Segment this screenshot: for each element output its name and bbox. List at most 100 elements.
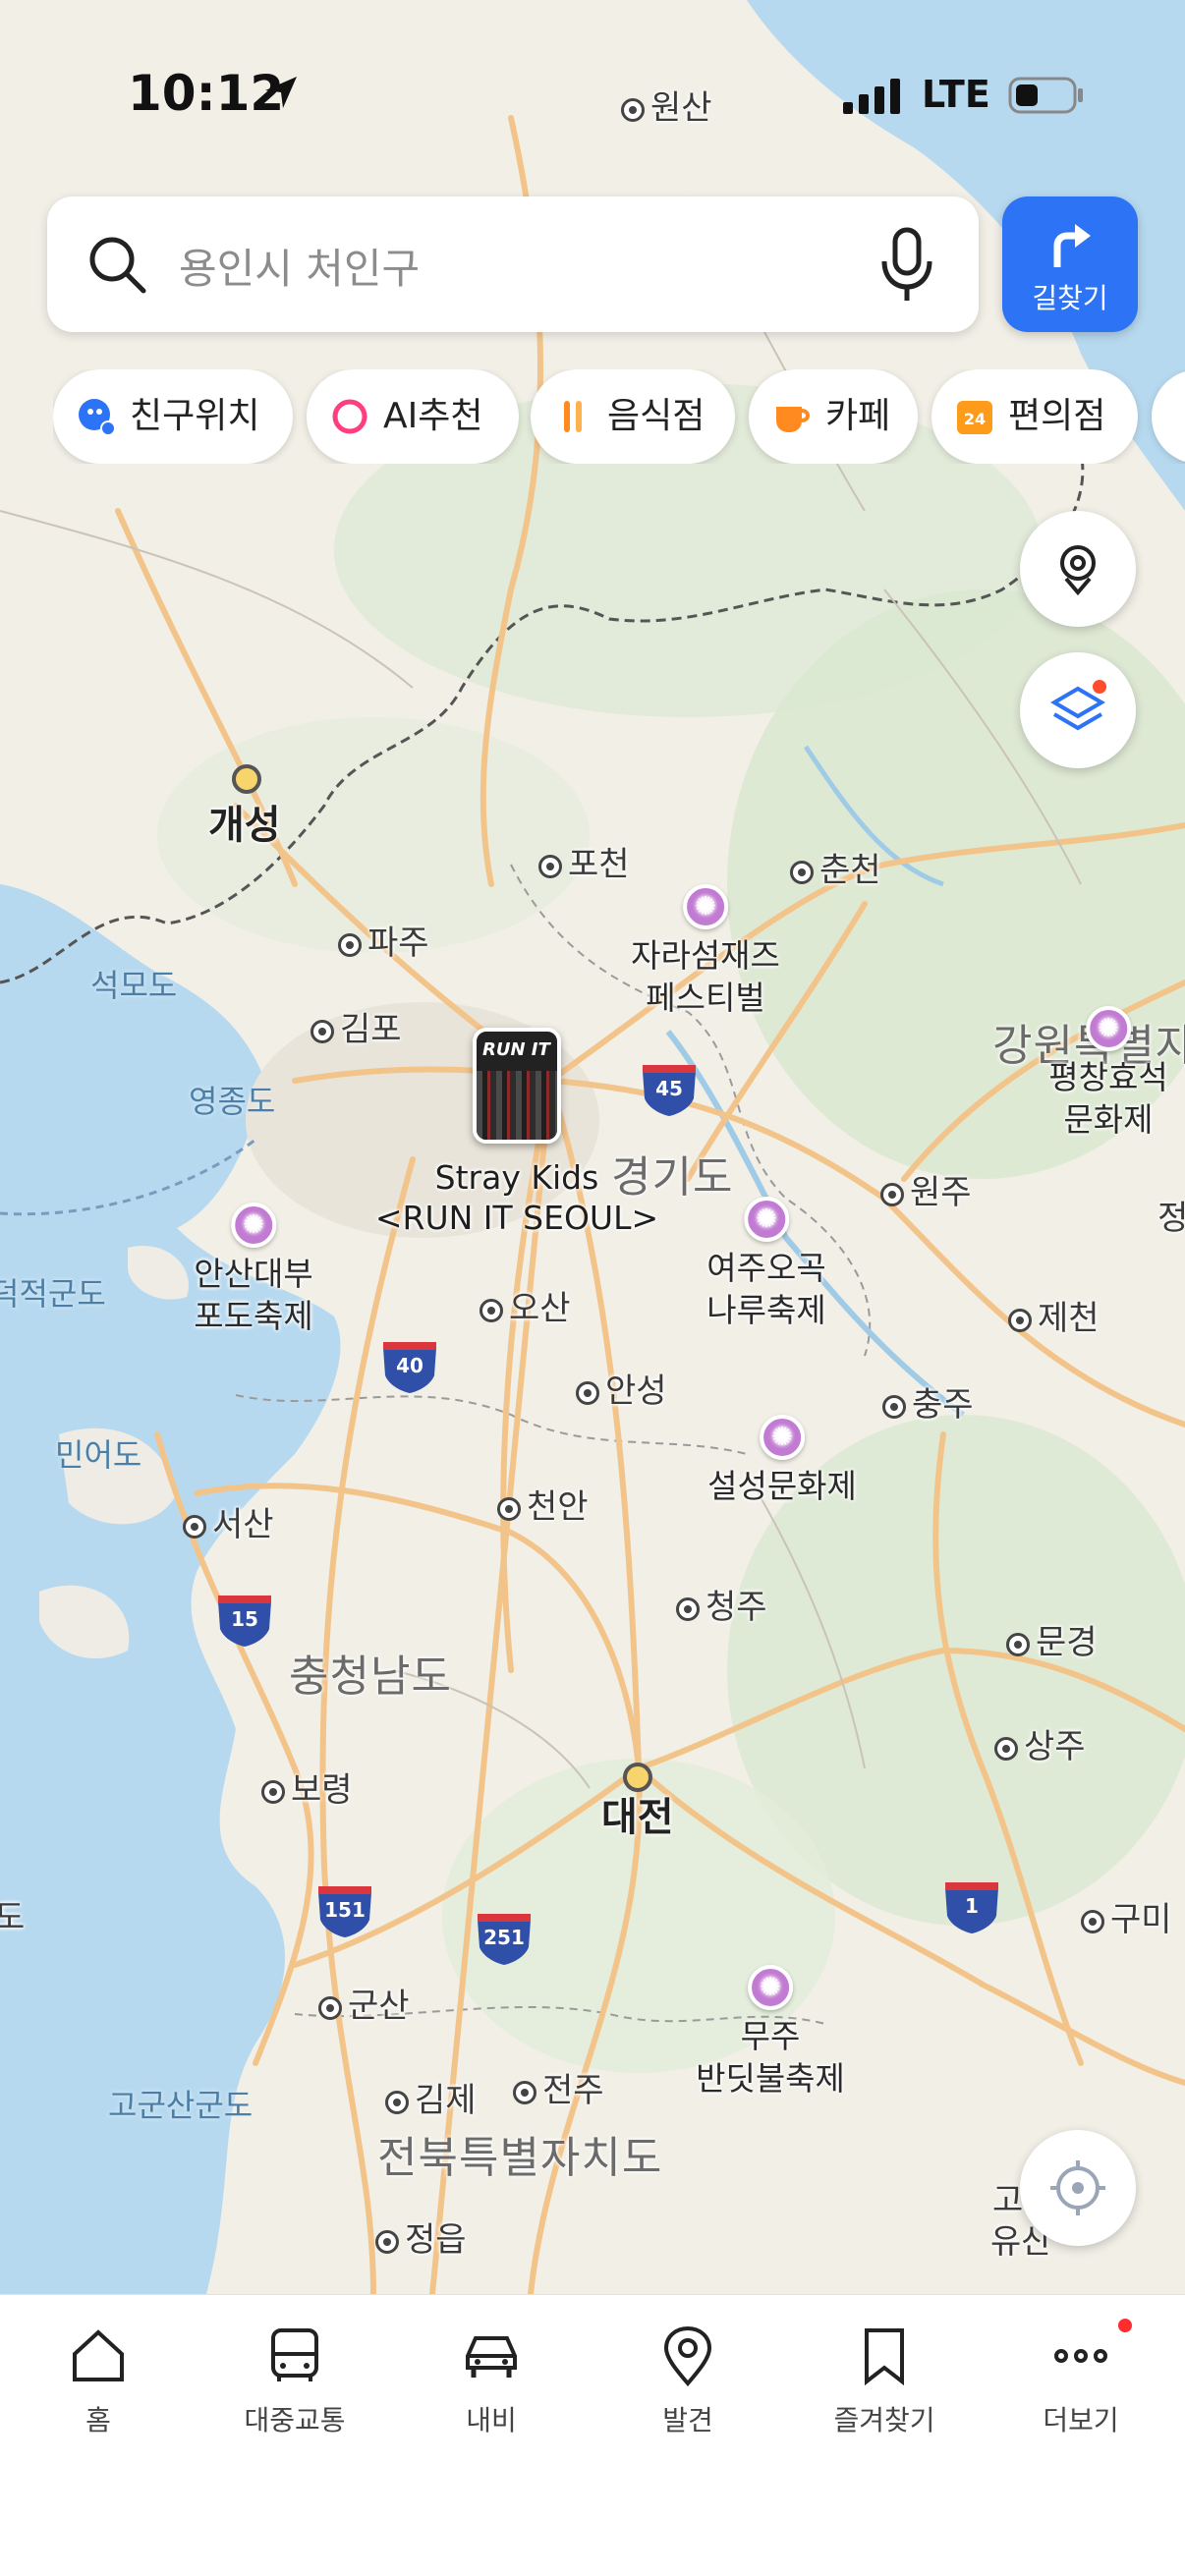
tab-favorites[interactable]: 즐겨찾기 xyxy=(786,2324,983,2438)
chip-label: 친구위치 xyxy=(130,396,260,436)
concert-label[interactable]: Stray Kids <RUN IT SEOUL> xyxy=(375,1157,658,1239)
microphone-icon[interactable] xyxy=(873,226,941,305)
current-location-button[interactable] xyxy=(1020,2130,1136,2246)
directions-label: 길찾기 xyxy=(1032,282,1108,314)
festival-name: 자라섬재즈 xyxy=(631,936,780,975)
festival-marker[interactable]: ✺ 여주오곡 나루축제 xyxy=(706,1197,826,1332)
festival-name: 나루축제 xyxy=(706,1290,826,1329)
tab-home[interactable]: 홈 xyxy=(0,2324,197,2438)
city-label[interactable]: 청주 xyxy=(676,1588,767,1628)
street-view-button[interactable] xyxy=(1020,511,1136,627)
chip-label: 음식점 xyxy=(607,396,705,436)
city-label[interactable]: 제천 xyxy=(1008,1299,1100,1339)
festival-icon: ✺ xyxy=(683,884,728,929)
search-input[interactable]: 용인시 처인구 xyxy=(179,236,420,296)
chip-convenience-store[interactable]: 24 편의점 xyxy=(931,369,1138,464)
svg-text:24: 24 xyxy=(964,410,986,428)
coffee-cup-icon xyxy=(776,407,810,432)
directions-button[interactable]: 길찾기 xyxy=(1002,196,1138,332)
festival-marker[interactable]: ✺ 안산대부 포도축제 xyxy=(194,1203,313,1338)
city-label[interactable]: 오산 xyxy=(480,1289,571,1329)
festival-marker[interactable]: ✺ 무주 반딧불축제 xyxy=(696,1965,845,2100)
festival-marker[interactable]: ✺ 설성문화제 xyxy=(707,1415,857,1508)
city-label[interactable]: 문경 xyxy=(1006,1623,1098,1663)
convenience-store-icon: 24 xyxy=(957,401,992,434)
concert-artist: Stray Kids xyxy=(434,1158,599,1197)
tab-navigation[interactable]: 내비 xyxy=(393,2324,590,2438)
map-layers-button[interactable] xyxy=(1020,652,1136,768)
city-label[interactable]: 김포 xyxy=(310,1010,402,1050)
water-label: 석모도 xyxy=(90,967,178,1004)
concert-title: <RUN IT SEOUL> xyxy=(374,1199,659,1238)
tab-label: 홈 xyxy=(85,2404,111,2436)
city-dot-icon xyxy=(880,1182,904,1206)
city-dot-icon xyxy=(538,854,562,878)
highway-shield: 151 xyxy=(316,1884,373,1937)
water-label: 고군산군도 xyxy=(108,2087,254,2124)
tab-label: 발견 xyxy=(662,2404,713,2436)
festival-name: 반딧불축제 xyxy=(696,2058,845,2098)
search-bar[interactable]: 용인시 처인구 xyxy=(47,196,979,332)
city-label[interactable]: 구미 xyxy=(1081,1900,1172,1940)
location-pin-icon xyxy=(663,2325,712,2387)
festival-name: 문화제 xyxy=(1063,1099,1154,1139)
city-label[interactable]: 천안 xyxy=(497,1487,589,1528)
city-dot-icon xyxy=(676,1596,700,1621)
festival-icon: ✺ xyxy=(748,1965,793,2010)
city-label[interactable]: 춘천 xyxy=(790,851,881,891)
city-label[interactable]: 군산 xyxy=(318,1987,410,2027)
more-dots-icon xyxy=(1054,2349,1107,2363)
festival-name: 평창효석 xyxy=(1048,1058,1168,1096)
map-view[interactable]: 석모도 영종도 민어도 고군산군도 덕적군도 경기도 충청남도 전북특별자치도 … xyxy=(0,0,1185,2294)
ai-ring-icon xyxy=(332,399,367,434)
restaurant-icon xyxy=(564,401,582,432)
region-label: 충청남도 xyxy=(289,1652,452,1702)
highway-shield: 45 xyxy=(641,1063,698,1116)
city-dot-icon xyxy=(790,860,814,884)
city-label[interactable]: 상주 xyxy=(994,1727,1086,1767)
city-label[interactable]: 전주 xyxy=(513,2071,604,2111)
city-dot-icon xyxy=(480,1298,503,1322)
edge-label: 정 xyxy=(1157,1199,1185,1238)
city-label-major[interactable]: 개성 xyxy=(208,764,281,849)
city-label[interactable]: 정읍 xyxy=(375,2220,467,2261)
city-label[interactable]: 파주 xyxy=(338,924,429,964)
crosshair-icon xyxy=(1050,2160,1105,2215)
turn-arrow-icon xyxy=(1053,224,1091,267)
festival-name: 포도축제 xyxy=(194,1296,313,1335)
tab-more[interactable]: 더보기 xyxy=(983,2319,1179,2438)
city-label-major[interactable]: 대전 xyxy=(601,1763,674,1841)
city-label[interactable]: 서산 xyxy=(183,1505,274,1545)
chip-cafe[interactable]: 카페 xyxy=(749,369,918,464)
festival-marker[interactable]: ✺ 자라섬재즈 페스티벌 xyxy=(631,884,780,1020)
city-label[interactable]: 보령 xyxy=(261,1770,353,1811)
network-label: LTE xyxy=(922,73,990,116)
street-view-icon xyxy=(1060,545,1096,596)
city-dot-icon xyxy=(576,1380,599,1405)
city-label[interactable]: 원주 xyxy=(880,1173,972,1213)
city-dot-icon xyxy=(375,2229,399,2254)
chip-ai-recommend[interactable]: AI추천 xyxy=(307,369,519,464)
chip-friend-location[interactable]: 친구위치 xyxy=(53,369,293,464)
city-label[interactable]: 충주 xyxy=(882,1385,974,1426)
category-chip-bar[interactable]: 친구위치 AI추천 음식점 카페 24 편의점 xyxy=(53,369,1185,464)
festival-marker[interactable]: ✺ 평창효석 문화제 xyxy=(1048,1006,1168,1142)
city-dot-icon xyxy=(310,1019,334,1043)
chip-restaurant[interactable]: 음식점 xyxy=(531,369,735,464)
city-label[interactable]: 포천 xyxy=(538,845,630,885)
capital-dot-icon xyxy=(232,764,261,794)
tab-discover[interactable]: 발견 xyxy=(590,2324,786,2438)
status-bar: 10:12 LTE xyxy=(0,0,1185,187)
city-dot-icon xyxy=(497,1496,521,1521)
festival-name: 설성문화제 xyxy=(707,1467,857,1505)
city-dot-icon xyxy=(1006,1632,1030,1656)
city-label[interactable]: 안성 xyxy=(576,1372,667,1412)
poster-art xyxy=(477,1071,557,1140)
city-label[interactable]: 김제 xyxy=(385,2081,477,2121)
tab-transit[interactable]: 대중교통 xyxy=(197,2324,393,2438)
concert-poster-marker[interactable]: RUN IT xyxy=(473,1028,561,1144)
festival-name: 여주오곡 xyxy=(706,1249,826,1287)
festival-icon: ✺ xyxy=(743,1197,789,1242)
chip-more-partial[interactable] xyxy=(1152,369,1185,464)
city-dot-icon xyxy=(994,1736,1018,1761)
